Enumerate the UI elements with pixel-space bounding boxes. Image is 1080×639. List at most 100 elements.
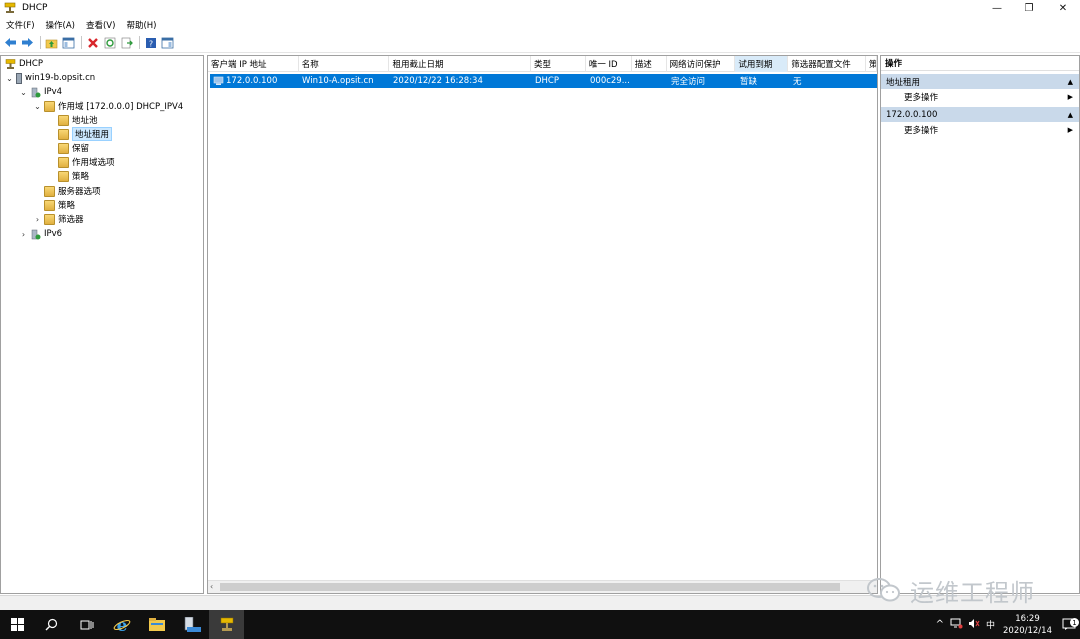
forward-icon[interactable] [20, 35, 35, 50]
up-folder-icon[interactable] [44, 35, 59, 50]
menu-bar: 文件(F) 操作(A) 查看(V) 帮助(H) [0, 17, 1080, 32]
column-header-unique-id[interactable]: 唯一 ID [586, 56, 632, 72]
console-tree: DHCP ⌄ win19-b.opsit.cn ⌄ IPv4 ⌄ 作用域 [17… [0, 55, 204, 594]
column-header-type[interactable]: 类型 [531, 56, 586, 72]
show-hidden-icons-icon[interactable]: ^ [936, 619, 944, 630]
cell-nap: 完全访问 [671, 77, 706, 87]
tree-node-scope-options[interactable]: 作用域选项 [56, 155, 115, 169]
chevron-down-icon[interactable]: ⌄ [19, 88, 28, 97]
column-header-filter-profile[interactable]: 筛选器配置文件 [788, 56, 867, 72]
system-tray: ^ 中 16:29 2020/12/14 1 [936, 610, 1080, 639]
chevron-right-icon[interactable]: › [33, 215, 42, 224]
internet-explorer-icon[interactable]: e [104, 610, 139, 639]
window-title: DHCP [22, 3, 48, 13]
tree-node-dhcp[interactable]: DHCP [3, 57, 43, 71]
back-icon[interactable] [3, 35, 18, 50]
toolbar-separator [81, 36, 82, 49]
column-header-nap[interactable]: 网络访问保护 [667, 56, 736, 72]
submenu-arrow-icon: ▶ [1067, 92, 1073, 101]
close-button[interactable]: ✕ [1046, 0, 1080, 16]
network-icon[interactable] [950, 618, 963, 632]
task-view-icon[interactable] [69, 610, 104, 639]
scroll-left-icon[interactable]: ‹ [210, 582, 213, 591]
actions-section-address-leases[interactable]: 地址租用 ▲ [881, 74, 1079, 89]
column-header-probation[interactable]: 试用到期 [735, 56, 789, 72]
table-row[interactable]: 172.0.0.100 Win10-A.opsit.cn 2020/12/22 … [210, 74, 877, 88]
clock-date: 2020/12/14 [1003, 625, 1052, 636]
volume-icon[interactable] [968, 618, 980, 632]
column-header-client-ip[interactable]: 客户端 IP 地址 [208, 56, 299, 72]
help-icon[interactable]: ? [143, 35, 158, 50]
actions-section-selected-lease[interactable]: 172.0.0.100 ▲ [881, 107, 1079, 122]
clock[interactable]: 16:29 2020/12/14 [997, 613, 1058, 637]
menu-action[interactable]: 操作(A) [46, 19, 75, 31]
tree-label: 服务器选项 [58, 187, 101, 197]
lease-list: 客户端 IP 地址 名称 租用截止日期 类型 唯一 ID 描述 网络访问保护 试… [207, 55, 878, 594]
menu-view[interactable]: 查看(V) [86, 19, 115, 31]
tree-node-server[interactable]: ⌄ win19-b.opsit.cn [5, 71, 95, 85]
refresh-icon[interactable] [102, 35, 117, 50]
dhcp-taskbar-icon[interactable] [209, 610, 244, 639]
notification-center-icon[interactable]: 1 [1058, 618, 1080, 631]
column-header-policy[interactable]: 策 [866, 56, 877, 72]
export-list-icon[interactable] [119, 35, 134, 50]
folder-icon [44, 199, 55, 211]
file-explorer-icon[interactable] [139, 610, 174, 639]
restore-button[interactable]: ❐ [1012, 0, 1046, 16]
actions-pane: 操作 地址租用 ▲ 更多操作 ▶ 172.0.0.100 ▲ 更多操作 ▶ [880, 55, 1080, 594]
svg-text:?: ? [148, 39, 152, 48]
collapse-icon[interactable]: ▲ [1068, 111, 1073, 119]
tree-node-filters[interactable]: › 筛选器 [33, 212, 84, 226]
actions-header: 操作 [881, 56, 1079, 71]
start-icon[interactable] [0, 610, 34, 639]
chevron-right-icon[interactable]: › [19, 230, 28, 239]
column-header-name[interactable]: 名称 [299, 56, 390, 72]
tree-label: 地址租用 [72, 127, 113, 141]
tree-node-ipv4[interactable]: ⌄ IPv4 [19, 85, 62, 99]
tree-node-server-options[interactable]: 服务器选项 [42, 184, 101, 198]
more-actions-item[interactable]: 更多操作 ▶ [881, 122, 1079, 137]
scrollbar-thumb[interactable] [220, 583, 840, 591]
more-actions-label: 更多操作 [904, 125, 939, 136]
server-manager-icon[interactable] [174, 610, 209, 639]
folder-icon [58, 142, 69, 154]
horizontal-scrollbar[interactable]: ‹ [208, 580, 877, 593]
cell-lease-expiration: 2020/12/22 16:28:34 [393, 76, 483, 86]
tree-label: 地址池 [72, 116, 98, 126]
tree-node-address-leases[interactable]: 地址租用 [56, 127, 113, 141]
search-icon[interactable] [34, 610, 69, 639]
tree-node-scope[interactable]: ⌄ 作用域 [172.0.0.0] DHCP_IPV4 [33, 99, 183, 113]
tree-node-address-pool[interactable]: 地址池 [56, 113, 98, 127]
folder-icon [58, 170, 69, 182]
minimize-button[interactable]: — [980, 0, 1014, 16]
menu-help[interactable]: 帮助(H) [126, 19, 156, 31]
dhcp-app-icon [4, 2, 16, 14]
show-hide-action-pane-icon[interactable] [160, 35, 175, 50]
menu-file[interactable]: 文件(F) [6, 19, 35, 31]
collapse-icon[interactable]: ▲ [1068, 78, 1073, 86]
column-header-lease-expiration[interactable]: 租用截止日期 [389, 56, 531, 72]
column-header-description[interactable]: 描述 [632, 56, 667, 72]
tree-node-ipv6[interactable]: › IPv6 [19, 227, 62, 241]
tree-node-policies[interactable]: 策略 [42, 198, 75, 212]
ipv6-icon [30, 229, 41, 240]
more-actions-item[interactable]: 更多操作 ▶ [881, 89, 1079, 104]
cell-name: Win10-A.opsit.cn [302, 76, 374, 86]
folder-icon [44, 213, 55, 225]
delete-icon[interactable] [85, 35, 100, 50]
folder-icon [44, 100, 55, 112]
chevron-down-icon[interactable]: ⌄ [5, 74, 14, 83]
tree-node-scope-policies[interactable]: 策略 [56, 169, 89, 183]
tree-label: win19-b.opsit.cn [25, 73, 96, 83]
chevron-down-icon[interactable]: ⌄ [33, 102, 42, 111]
show-hide-tree-icon[interactable] [61, 35, 76, 50]
folder-icon [58, 114, 69, 126]
tree-node-reservations[interactable]: 保留 [56, 141, 89, 155]
clock-time: 16:29 [1015, 613, 1040, 624]
ime-indicator[interactable]: 中 [986, 618, 995, 631]
toolbar-separator [139, 36, 140, 49]
toolbar-separator [40, 36, 41, 49]
dhcp-icon [5, 58, 16, 70]
ipv4-icon [30, 87, 41, 98]
more-actions-label: 更多操作 [904, 92, 939, 103]
